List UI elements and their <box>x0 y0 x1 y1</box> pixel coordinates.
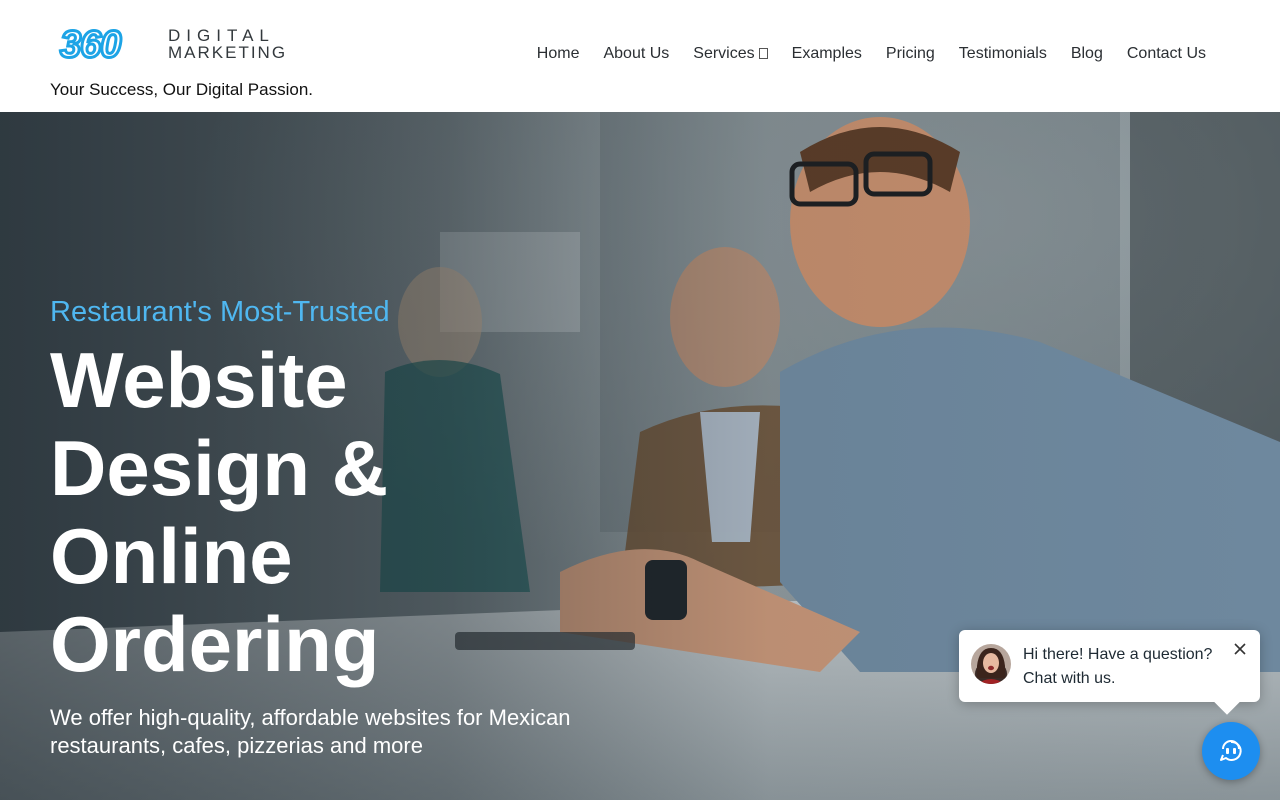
chat-icon <box>1220 740 1242 761</box>
chat-agent-avatar <box>971 644 1011 684</box>
chat-greeting-text: Hi there! Have a question? Chat with us. <box>1023 646 1213 687</box>
logo[interactable]: 360 DIGITAL MARKETING <box>58 24 290 66</box>
hero-title-line: Design & <box>50 424 389 512</box>
logo-word-marketing: MARKETING <box>168 43 288 62</box>
logo-word-digital: DIGITAL <box>168 26 275 45</box>
hero-eyebrow: Restaurant's Most-Trusted <box>50 296 390 328</box>
nav-services[interactable]: Services <box>681 44 779 64</box>
main-nav: Home About Us Services Examples Pricing … <box>525 44 1218 64</box>
nav-contact-us[interactable]: Contact Us <box>1115 44 1218 64</box>
hero-title: Website Design & Online Ordering <box>50 336 650 688</box>
hero-title-line: Website <box>50 336 348 424</box>
nav-about-us[interactable]: About Us <box>591 44 681 64</box>
nav-examples[interactable]: Examples <box>780 44 874 64</box>
site-header: 360 DIGITAL MARKETING Your Success, Our … <box>0 0 1280 112</box>
hero-title-line: Ordering <box>50 600 380 688</box>
chat-greeting-popup[interactable]: Hi there! Have a question? Chat with us. <box>959 630 1260 702</box>
nav-blog[interactable]: Blog <box>1059 44 1115 64</box>
close-icon[interactable] <box>1232 642 1248 658</box>
chat-launcher-button[interactable] <box>1202 722 1260 780</box>
nav-pricing[interactable]: Pricing <box>874 44 947 64</box>
nav-services-label: Services <box>693 45 755 62</box>
hero-title-line: Online <box>50 512 293 600</box>
hero-description: We offer high-quality, affordable websit… <box>50 705 571 758</box>
tagline: Your Success, Our Digital Passion. <box>50 80 313 99</box>
nav-home[interactable]: Home <box>525 44 592 64</box>
logo-number: 360 <box>58 24 122 66</box>
nav-testimonials[interactable]: Testimonials <box>947 44 1059 64</box>
dropdown-icon <box>758 48 768 59</box>
